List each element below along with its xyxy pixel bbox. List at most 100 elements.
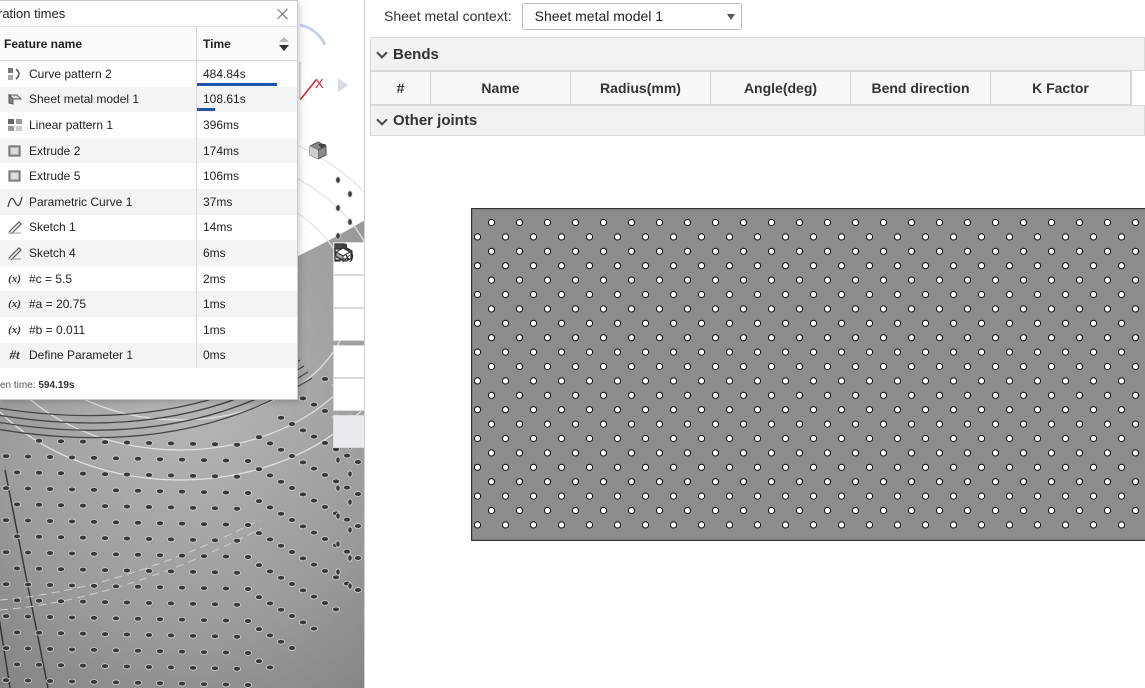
chevron-down-icon	[726, 13, 735, 20]
total-time: en time: 594.19s	[0, 380, 75, 391]
feature-name-cell: Sheet metal model 1	[0, 86, 197, 113]
render-icon	[334, 244, 352, 261]
feature-time: 396ms	[203, 117, 240, 132]
extrude-icon	[0, 163, 29, 189]
bends-column-header[interactable]: Bend direction	[851, 72, 991, 104]
feature-name: Sketch 4	[29, 245, 76, 260]
feature-time-cell: 396ms	[197, 112, 297, 138]
feature-row[interactable]: (x) #b = 0.011 1ms	[0, 316, 297, 343]
feature-table-button[interactable]	[333, 244, 364, 378]
feature-row[interactable]: Extrude 2 174ms	[0, 137, 297, 164]
feature-name-cell: Parametric Curve 1	[0, 188, 197, 215]
chevron-down-icon	[377, 49, 387, 59]
feature-time: 174ms	[203, 143, 240, 158]
feature-name: Parametric Curve 1	[29, 194, 133, 209]
sort-icon[interactable]	[279, 37, 289, 51]
column-time-label: Time	[203, 36, 231, 51]
feature-name-cell: Sketch 4	[0, 240, 197, 266]
bends-column-header[interactable]: Name	[431, 72, 571, 104]
feature-time-cell: 484.84s	[197, 61, 297, 87]
feature-row[interactable]: (x) #c = 5.5 2ms	[0, 265, 297, 292]
linear-pattern-icon	[0, 112, 29, 138]
feature-row[interactable]: Sketch 4 6ms	[0, 240, 297, 266]
bends-column-header[interactable]: #	[371, 72, 431, 104]
feature-time: 6ms	[203, 245, 226, 260]
chevron-down-icon	[318, 144, 326, 149]
feature-time: 0ms	[203, 348, 226, 363]
variable-icon: (x)	[8, 323, 21, 336]
feature-time-cell: 108.61s	[197, 87, 297, 113]
feature-name: #b = 0.011	[29, 322, 86, 337]
variable-icon: (x)	[8, 272, 21, 285]
feature-time-cell: 174ms	[197, 138, 297, 164]
bends-section-header[interactable]: Bends	[370, 37, 1145, 71]
chevron-down-icon	[377, 116, 387, 126]
bends-column-header[interactable]: Radius(mm)	[571, 72, 711, 104]
other-joints-section-header[interactable]: Other joints	[370, 105, 1145, 136]
feature-time-cell: 37ms	[197, 189, 297, 215]
feature-row[interactable]: Linear pattern 1 396ms	[0, 112, 297, 138]
context-select-value: Sheet metal model 1	[534, 8, 664, 24]
total-time-value: 594.19s	[38, 380, 75, 391]
feature-time: 106ms	[203, 169, 240, 184]
flat-pattern-plate	[471, 208, 1145, 541]
feature-name-cell: Sketch 1	[0, 214, 197, 241]
sketch-icon	[0, 240, 29, 266]
sheet-metal-icon	[0, 87, 29, 113]
feature-time-cell: 14ms	[197, 215, 297, 241]
feature-time-cell: 1ms	[197, 291, 297, 317]
time-share-bar	[197, 108, 215, 112]
time-share-bar	[197, 82, 277, 86]
bends-column-header[interactable]: Angle(deg)	[711, 72, 851, 104]
section-view-button[interactable]	[333, 243, 364, 341]
feature-name: Define Parameter 1	[29, 348, 134, 363]
extrude-icon	[0, 138, 29, 164]
feature-name: Extrude 5	[29, 169, 81, 184]
parameter-icon: #t	[9, 347, 20, 363]
column-time[interactable]: Time	[197, 27, 297, 60]
feature-name: #a = 20.75	[29, 297, 87, 312]
render-studio-button[interactable]	[333, 244, 364, 448]
feature-name: Sketch 1	[29, 220, 76, 235]
table-header: Feature name Time	[0, 27, 297, 61]
bends-column-header[interactable]: K Factor	[991, 72, 1131, 104]
feature-time: 484.84s	[203, 66, 246, 81]
feature-name: Extrude 2	[29, 143, 81, 158]
variable-icon: (x)	[8, 298, 21, 311]
feature-list: Curve pattern 2 484.84s Sheet metal model …	[0, 61, 297, 369]
feature-row[interactable]: #t Define Parameter 1 0ms	[0, 342, 297, 369]
total-time-label: en time:	[0, 380, 39, 391]
feature-time: 1ms	[203, 297, 226, 312]
context-select[interactable]: Sheet metal model 1	[521, 2, 742, 30]
feature-name-cell: (x) #c = 5.5	[0, 265, 197, 292]
parametric-curve-icon	[0, 189, 29, 215]
feature-name-cell: #t Define Parameter 1	[0, 342, 197, 369]
other-joints-title: Other joints	[393, 112, 478, 129]
feature-time: 37ms	[203, 194, 233, 209]
feature-time: 1ms	[203, 322, 226, 337]
feature-regeneration-panel: ration times Feature name Time Curve pat…	[0, 0, 298, 400]
context-label: Sheet metal context:	[384, 8, 512, 24]
view-cube-dropdown[interactable]	[308, 140, 348, 162]
feature-row[interactable]: Extrude 5 106ms	[0, 163, 297, 189]
feature-row[interactable]: Parametric Curve 1 37ms	[0, 188, 297, 215]
curve-pattern-icon	[0, 61, 29, 87]
feature-row[interactable]: Sketch 1 14ms	[0, 214, 297, 241]
bends-table-header: # Name Radius(mm) Angle(deg) Bend direction K…	[370, 71, 1132, 105]
feature-time-cell: 6ms	[197, 240, 297, 266]
column-feature-name[interactable]: Feature name	[0, 27, 197, 60]
view-cube-tool-button[interactable]	[333, 243, 364, 308]
axis-triad: X	[299, 23, 348, 101]
feature-row[interactable]: Sheet metal model 1 108.61s	[0, 86, 297, 113]
feature-row[interactable]: Curve pattern 2 484.84s	[0, 61, 297, 87]
variable-table-button[interactable]: (x)	[333, 244, 364, 411]
feature-time-cell: 1ms	[197, 317, 297, 343]
feature-row[interactable]: (x) #a = 20.75 1ms	[0, 291, 297, 317]
feature-name-cell: Extrude 2	[0, 137, 197, 164]
feature-name: Linear pattern 1	[29, 117, 114, 132]
close-icon[interactable]	[275, 6, 291, 22]
feature-time: 108.61s	[203, 92, 246, 107]
flat-pattern-view[interactable]	[471, 208, 1145, 541]
bends-title: Bends	[393, 45, 439, 63]
panel-title: ration times	[0, 6, 66, 21]
